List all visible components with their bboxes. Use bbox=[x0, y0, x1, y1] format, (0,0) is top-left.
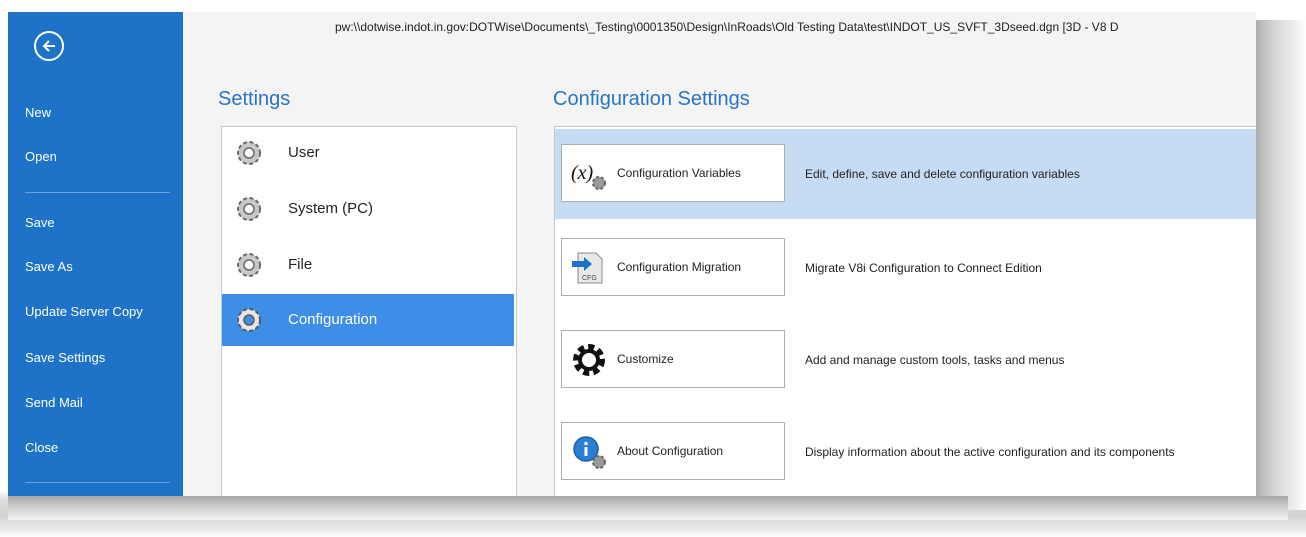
nav-item-send-mail[interactable]: Send Mail bbox=[8, 388, 183, 418]
config-button-label: Configuration Migration bbox=[617, 260, 742, 274]
settings-item-file[interactable]: File bbox=[222, 239, 514, 291]
config-row-variables[interactable]: (x) Configuration Variables Edit, define… bbox=[555, 129, 1256, 219]
configuration-settings-panel: (x) Configuration Variables Edit, define… bbox=[554, 126, 1256, 496]
window-path-text: pw:\\dotwise.indot.in.gov:DOTWise\Docume… bbox=[335, 20, 1119, 34]
settings-item-label: User bbox=[288, 144, 320, 161]
nav-item-save-as[interactable]: Save As bbox=[8, 252, 183, 282]
back-arrow-icon bbox=[42, 40, 55, 52]
config-description: Edit, define, save and delete configurat… bbox=[805, 167, 1080, 181]
settings-item-user[interactable]: User bbox=[222, 127, 514, 179]
nav-item-save-settings[interactable]: Save Settings bbox=[8, 343, 183, 373]
nav-item-update-server-copy[interactable]: Update Server Copy bbox=[8, 297, 183, 327]
svg-text:CFG: CFG bbox=[582, 275, 597, 282]
settings-item-system[interactable]: System (PC) bbox=[222, 183, 514, 235]
config-description: Migrate V8i Configuration to Connect Edi… bbox=[805, 261, 1042, 275]
nav-item-close[interactable]: Close bbox=[8, 433, 183, 463]
about-info-icon bbox=[573, 436, 606, 469]
config-button-label: Configuration Variables bbox=[617, 166, 741, 180]
config-button-label: About Configuration bbox=[617, 444, 724, 458]
config-row-about[interactable]: About Configuration Display information … bbox=[555, 407, 1256, 496]
settings-item-label: Configuration bbox=[288, 311, 378, 328]
gear-icon bbox=[237, 141, 261, 165]
backstage-nav: New Open Save Save As Update Server Copy… bbox=[8, 12, 183, 496]
gear-icon bbox=[237, 197, 261, 221]
gear-icon bbox=[237, 308, 261, 332]
settings-category-list: User System (PC) File Configuration bbox=[221, 126, 517, 496]
configuration-variables-button[interactable]: (x) Configuration Variables bbox=[561, 144, 785, 202]
config-button-label: Customize bbox=[617, 352, 674, 366]
customize-gear-icon bbox=[573, 344, 605, 376]
settings-heading: Settings bbox=[218, 88, 291, 110]
configuration-variables-icon: (x) bbox=[571, 162, 606, 190]
gear-icon bbox=[237, 253, 261, 277]
nav-item-open[interactable]: Open bbox=[8, 142, 183, 172]
nav-separator bbox=[25, 192, 170, 193]
back-button[interactable] bbox=[34, 31, 64, 61]
nav-item-save[interactable]: Save bbox=[8, 208, 183, 238]
config-row-migration[interactable]: CFG Configuration Migration Migrate V8i … bbox=[555, 223, 1256, 313]
config-description: Display information about the active con… bbox=[805, 445, 1175, 459]
backstage-window: New Open Save Save As Update Server Copy… bbox=[8, 12, 1256, 496]
window-shadow-right bbox=[1250, 20, 1306, 510]
configuration-migration-button[interactable]: CFG Configuration Migration bbox=[561, 238, 785, 296]
customize-button[interactable]: Customize bbox=[561, 330, 785, 388]
about-configuration-button[interactable]: About Configuration bbox=[561, 422, 785, 480]
window-title-path: pw:\\dotwise.indot.in.gov:DOTWise\Docume… bbox=[183, 12, 1256, 42]
configuration-migration-icon: CFG bbox=[572, 252, 603, 284]
nav-separator bbox=[25, 482, 170, 483]
svg-text:(x): (x) bbox=[571, 162, 594, 184]
settings-item-configuration[interactable]: Configuration bbox=[222, 294, 514, 346]
nav-item-new[interactable]: New bbox=[8, 98, 183, 128]
window-shadow-bottom bbox=[8, 496, 1288, 520]
configuration-settings-heading: Configuration Settings bbox=[553, 88, 750, 110]
config-description: Add and manage custom tools, tasks and m… bbox=[805, 353, 1065, 367]
settings-item-label: System (PC) bbox=[288, 200, 374, 217]
settings-item-label: File bbox=[288, 256, 313, 273]
config-row-customize[interactable]: Customize Add and manage custom tools, t… bbox=[555, 315, 1256, 405]
